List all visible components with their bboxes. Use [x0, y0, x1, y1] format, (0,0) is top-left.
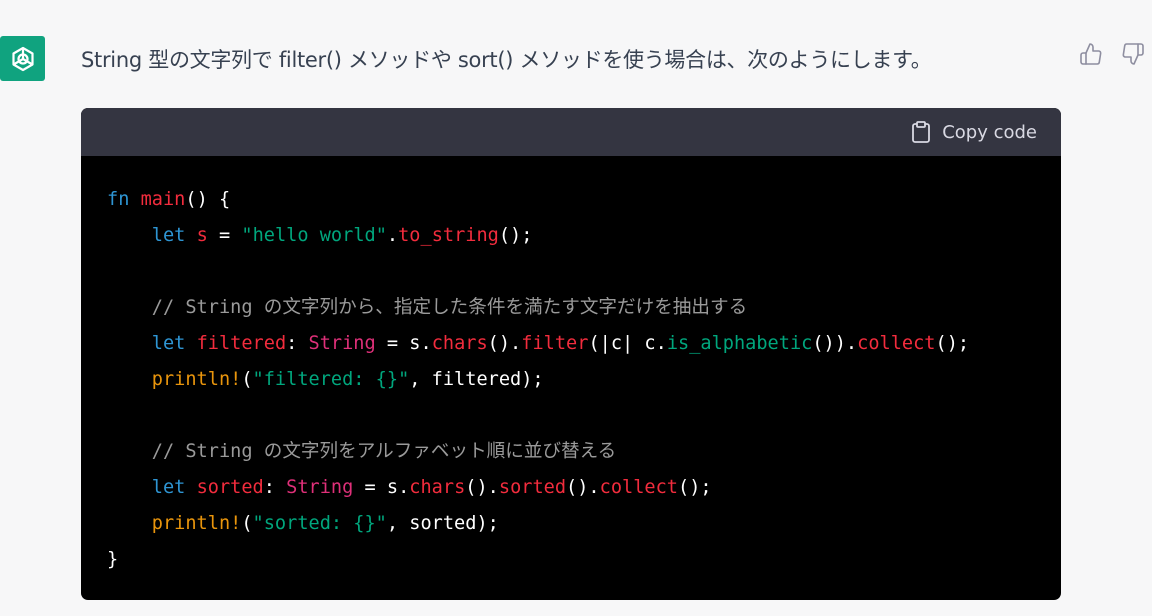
code-block: Copy code fn main() { let s = "hello wor… [81, 108, 1061, 600]
code-line: } [107, 549, 119, 570]
code-line: println!("filtered: {}", filtered); [151, 369, 544, 390]
thumbs-down-button[interactable] [1119, 40, 1147, 68]
openai-logo-icon [11, 46, 34, 71]
assistant-message: String 型の文字列で filter() メソッドや sort() メソッド… [81, 48, 932, 72]
clipboard-icon [912, 121, 931, 143]
code-block-header: Copy code [81, 108, 1061, 156]
thumbs-up-icon [1080, 43, 1102, 65]
copy-code-button[interactable]: Copy code [910, 120, 1037, 144]
copy-code-label: Copy code [942, 121, 1037, 143]
code-line: // String の文字列から、指定した条件を満たす文字だけを抽出する [151, 297, 748, 318]
thumbs-down-icon [1122, 43, 1144, 65]
code-content: fn main() { let s = "hello world".to_str… [81, 156, 1061, 578]
chatgpt-avatar [0, 36, 45, 81]
code-line: let filtered: String = s.chars().filter(… [151, 333, 970, 354]
code-line: // String の文字列をアルファベット順に並び替える [151, 441, 617, 462]
code-line: let sorted: String = s.chars().sorted().… [151, 477, 712, 498]
code-line: fn main() { [107, 189, 231, 210]
thumbs-up-button[interactable] [1077, 40, 1105, 68]
code-line: let s = "hello world".to_string(); [151, 225, 533, 246]
code-line: println!("sorted: {}", sorted); [151, 513, 499, 534]
